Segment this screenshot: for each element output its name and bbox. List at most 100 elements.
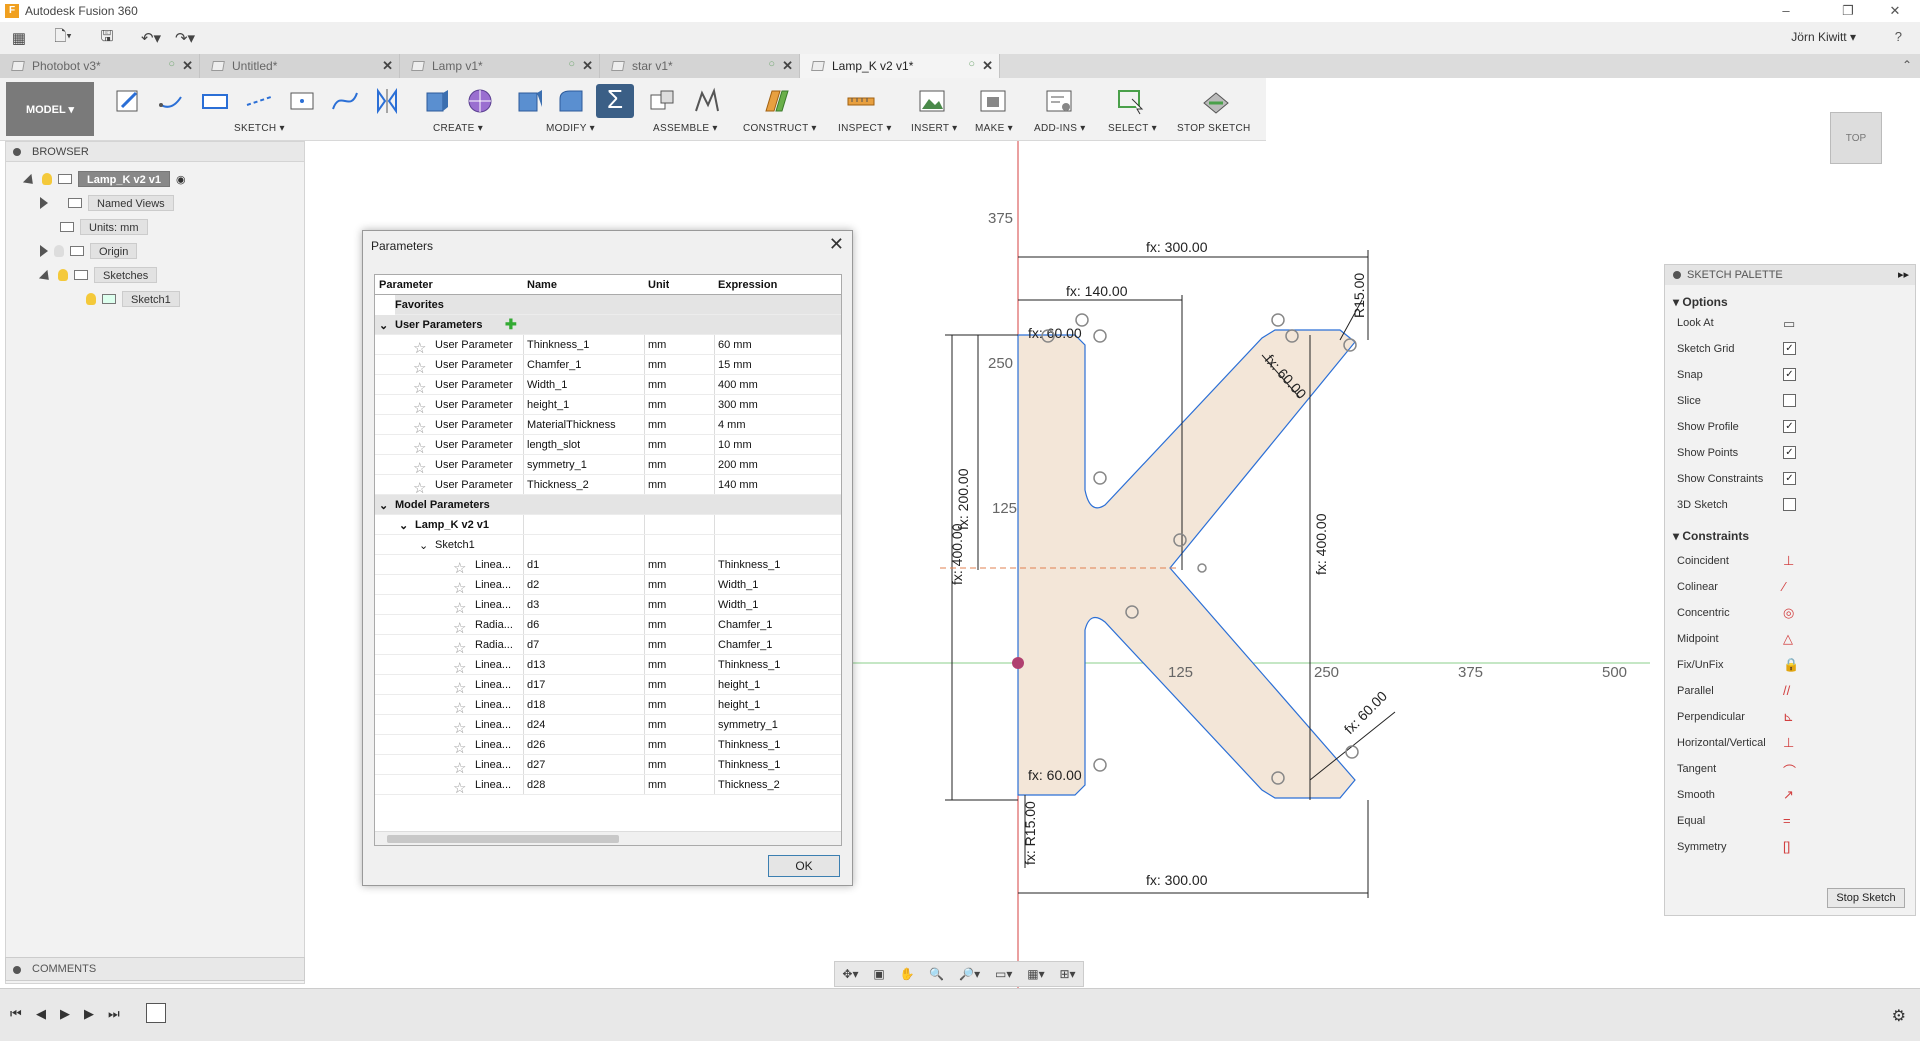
sketch-menu[interactable]: SKETCH ▾ — [234, 123, 285, 134]
user-account-menu[interactable]: Jörn Kiwitt ▾ — [1791, 30, 1856, 44]
param-name[interactable]: d24 — [527, 719, 545, 731]
extrude-icon[interactable] — [422, 87, 452, 115]
collapse-icon[interactable]: ⌄ — [399, 519, 408, 532]
parameter-row[interactable]: ☆ Radia... d6 mm Chamfer_1 — [375, 615, 841, 637]
offset-plane-icon[interactable] — [762, 87, 792, 115]
option-checkbox[interactable]: ✓ — [1783, 472, 1796, 485]
expand-icon[interactable] — [40, 245, 48, 257]
visibility-bulb-icon[interactable] — [58, 269, 68, 281]
constraints-section[interactable]: ▾ Constraints — [1673, 529, 1749, 543]
stop-sketch-palette-button[interactable]: Stop Sketch — [1827, 888, 1905, 908]
3d-print-icon[interactable] — [978, 87, 1008, 115]
expand-icon[interactable] — [40, 197, 48, 209]
param-expression[interactable]: Chamfer_1 — [718, 619, 772, 631]
horizontal-scrollbar[interactable] — [375, 831, 841, 845]
close-tab-icon[interactable]: ✕ — [982, 58, 993, 74]
scripts-icon[interactable] — [1044, 87, 1074, 115]
option-checkbox[interactable]: ✓ — [1783, 368, 1796, 381]
go-to-end-icon[interactable]: ⏭ — [108, 1006, 120, 1022]
dim-radius-top[interactable]: R15.00 — [1351, 273, 1367, 318]
fit-icon[interactable]: 🔎▾ — [959, 967, 980, 981]
pan-icon[interactable]: ✋ — [900, 967, 915, 981]
close-tab-icon[interactable]: ✕ — [382, 58, 393, 74]
construction-line-icon[interactable] — [244, 87, 274, 115]
browser-root-node[interactable]: Lamp_K v2 v1 ◉ — [22, 170, 186, 188]
collapse-palette-icon[interactable]: ▸▸ — [1898, 268, 1909, 281]
tab-untitled[interactable]: Untitled* ✕ — [200, 54, 400, 78]
param-name[interactable]: MaterialThickness — [527, 419, 616, 431]
tab-lamp[interactable]: Lamp v1* ○ ✕ — [400, 54, 600, 78]
param-name[interactable]: Thickness_2 — [527, 479, 589, 491]
constraint-5-icon[interactable]: // — [1783, 683, 1790, 698]
collapse-icon[interactable]: ⌄ — [419, 539, 428, 552]
parameter-row[interactable]: ☆ User Parameter height_1 mm 300 mm — [375, 395, 841, 417]
collapse-icon[interactable]: ⌄ — [379, 319, 388, 332]
constraint-3-icon[interactable]: △ — [1783, 631, 1793, 647]
assemble-menu[interactable]: ASSEMBLE ▾ — [653, 123, 718, 134]
param-name[interactable]: d13 — [527, 659, 545, 671]
user-parameters-group[interactable]: ⌄ User Parameters ✚ — [375, 315, 841, 335]
fillet-icon[interactable] — [556, 87, 586, 115]
tab-photobot[interactable]: Photobot v3* ○ ✕ — [0, 54, 200, 78]
construct-menu[interactable]: CONSTRUCT ▾ — [743, 123, 817, 134]
browser-named-views[interactable]: Named Views — [40, 194, 174, 212]
maximize-button[interactable]: ❐ — [1825, 0, 1871, 22]
visibility-bulb-icon[interactable] — [86, 293, 96, 305]
redo-icon[interactable]: ↷▾ — [170, 25, 200, 51]
param-expression[interactable]: symmetry_1 — [718, 719, 778, 731]
create-form-icon[interactable] — [465, 87, 495, 115]
parameter-row[interactable]: ☆ Linea... d24 mm symmetry_1 — [375, 715, 841, 737]
col-parameter[interactable]: Parameter — [379, 279, 433, 291]
parameter-row[interactable]: ☆ User Parameter Width_1 mm 400 mm — [375, 375, 841, 397]
stop-sketch-button[interactable]: STOP SKETCH — [1177, 123, 1251, 134]
parameter-row[interactable]: ☆ Linea... d13 mm Thinkness_1 — [375, 655, 841, 677]
param-name[interactable]: d2 — [527, 579, 539, 591]
param-expression[interactable]: Thickness_2 — [718, 779, 780, 791]
view-cube[interactable]: TOP — [1830, 112, 1882, 164]
parameter-row[interactable]: ☆ User Parameter Thinkness_1 mm 60 mm — [375, 335, 841, 357]
browser-sketches[interactable]: Sketches — [38, 266, 158, 284]
model-parameters-group[interactable]: ⌄ Model Parameters — [375, 495, 841, 515]
joint-icon[interactable] — [692, 87, 722, 115]
param-expression[interactable]: Chamfer_1 — [718, 639, 772, 651]
parameter-row[interactable]: ☆ Linea... d3 mm Width_1 — [375, 595, 841, 617]
constraint-11-icon[interactable]: [] — [1783, 839, 1790, 854]
file-menu-icon[interactable]: 🗋▾ — [48, 25, 78, 51]
dim-left-height[interactable]: fx: 200.00 — [955, 468, 971, 530]
component-row[interactable]: ⌄ Lamp_K v2 v1 — [375, 515, 841, 535]
timeline-settings-icon[interactable]: ⚙ — [1892, 1006, 1906, 1026]
parameter-row[interactable]: ☆ Linea... d17 mm height_1 — [375, 675, 841, 697]
constraint-9-icon[interactable]: ↗ — [1783, 787, 1794, 803]
data-panel-grid-icon[interactable]: ▦ — [4, 25, 34, 51]
browser-header[interactable]: BROWSER — [6, 142, 304, 162]
close-tab-icon[interactable]: ✕ — [782, 58, 793, 74]
help-icon[interactable]: ? — [1895, 29, 1902, 44]
step-forward-icon[interactable]: ▶ — [84, 1006, 94, 1022]
line-icon[interactable] — [157, 87, 187, 115]
inspect-menu[interactable]: INSPECT ▾ — [838, 123, 892, 134]
select-menu[interactable]: SELECT ▾ — [1108, 123, 1157, 134]
option-checkbox[interactable] — [1783, 498, 1796, 511]
look-at-icon[interactable]: ▭ — [1783, 316, 1795, 332]
undo-icon[interactable]: ↶▾ — [136, 25, 166, 51]
param-expression[interactable]: 140 mm — [718, 479, 758, 491]
constraint-1-icon[interactable]: ⁄ — [1783, 579, 1785, 594]
add-parameter-icon[interactable]: ✚ — [505, 316, 517, 333]
visibility-bulb-icon[interactable] — [42, 173, 52, 185]
ok-button[interactable]: OK — [768, 855, 840, 877]
param-name[interactable]: length_slot — [527, 439, 580, 451]
constraint-4-icon[interactable]: 🔒 — [1783, 657, 1799, 673]
parameter-row[interactable]: ☆ Linea... d26 mm Thinkness_1 — [375, 735, 841, 757]
param-expression[interactable]: Width_1 — [718, 579, 758, 591]
param-expression[interactable]: height_1 — [718, 699, 760, 711]
modify-menu[interactable]: MODIFY ▾ — [546, 123, 595, 134]
param-expression[interactable]: 300 mm — [718, 399, 758, 411]
dim-bottom-width[interactable]: fx: 300.00 — [1146, 872, 1208, 888]
zoom-icon[interactable]: 🔍 — [929, 967, 944, 981]
param-expression[interactable]: 400 mm — [718, 379, 758, 391]
grid-settings-icon[interactable]: ▦▾ — [1027, 967, 1044, 981]
param-expression[interactable]: 4 mm — [718, 419, 746, 431]
insert-menu[interactable]: INSERT ▾ — [911, 123, 958, 134]
param-expression[interactable]: height_1 — [718, 679, 760, 691]
option-checkbox[interactable] — [1783, 394, 1796, 407]
